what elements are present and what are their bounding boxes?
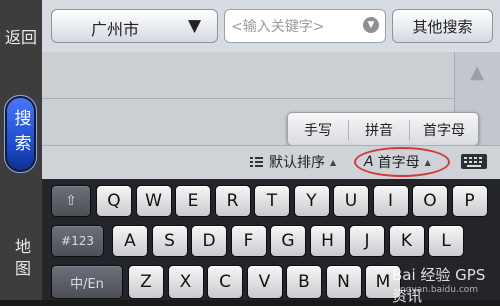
search-nav-label: 搜索 [10,109,31,159]
key-f[interactable]: F [230,225,267,257]
key-r[interactable]: R [214,185,251,217]
other-search-button[interactable]: 其他搜索 [392,9,493,43]
input-mode-popup: 手写 拼音 首字母 [287,112,479,146]
key-k[interactable]: K [388,225,425,257]
mode-initials-label: 首字母 [423,123,465,139]
key-y[interactable]: Y [293,185,330,217]
list-item[interactable] [42,52,454,99]
shift-key[interactable]: ⇧ [51,185,91,217]
key-z[interactable]: Z [128,265,164,299]
key-o[interactable]: O [412,185,448,217]
key-l[interactable]: L [428,225,464,257]
mode-handwriting[interactable]: 手写 [288,113,348,147]
key-b[interactable]: B [286,265,322,299]
map-nav-button[interactable]: 地图 [0,236,42,284]
highlight-annotation [354,147,450,177]
keyword-placeholder: <输入关键字> [231,19,325,35]
key-p[interactable]: P [451,185,488,217]
key-j[interactable]: J [349,225,385,257]
key-h[interactable]: H [309,225,346,257]
watermark-url: jingyan.baidu.com [395,285,479,295]
sort-dropdown[interactable]: 默认排序 ▲ [250,152,336,172]
mode-pinyin-label: 拼音 [365,123,393,139]
mode-initials[interactable]: 首字母 [410,113,478,147]
key-v[interactable]: V [246,265,283,299]
language-switch-key[interactable]: 中/En [51,265,123,299]
scroll-up-icon[interactable]: ▲ [458,58,496,88]
mode-switch-label: #123 [61,234,94,248]
map-nav-label: 地图 [12,238,31,282]
clear-input-icon[interactable]: ▼ [363,17,379,33]
key-s[interactable]: S [151,225,188,257]
key-u[interactable]: U [333,185,369,217]
key-w[interactable]: W [135,185,172,217]
key-a[interactable]: A [112,225,148,257]
key-e[interactable]: E [175,185,211,217]
sort-label: 默认排序 [269,155,325,171]
mode-pinyin[interactable]: 拼音 [349,113,409,147]
other-search-label: 其他搜索 [412,17,473,36]
key-c[interactable]: C [207,265,243,299]
key-i[interactable]: I [372,185,409,217]
key-t[interactable]: T [254,185,290,217]
caret-up-icon: ▲ [330,157,337,167]
city-selector[interactable]: 广州市 ▼ [51,9,218,43]
keyword-input[interactable]: <输入关键字> [224,9,386,43]
key-q[interactable]: Q [96,185,132,217]
key-x[interactable]: X [167,265,204,299]
key-g[interactable]: G [270,225,306,257]
keyboard-icon[interactable] [460,152,488,172]
dropdown-arrow-icon: ▼ [188,16,202,36]
back-label: 返回 [4,28,37,47]
mode-handwriting-label: 手写 [304,123,332,139]
city-label: 广州市 [91,20,140,39]
list-icon [250,157,263,167]
mode-switch-key[interactable]: #123 [51,225,104,257]
key-n[interactable]: N [325,265,362,299]
back-button[interactable]: 返回 [0,14,42,62]
search-nav-button[interactable]: 搜索 [4,95,37,173]
key-d[interactable]: D [191,225,227,257]
language-switch-label: 中/En [70,276,104,292]
